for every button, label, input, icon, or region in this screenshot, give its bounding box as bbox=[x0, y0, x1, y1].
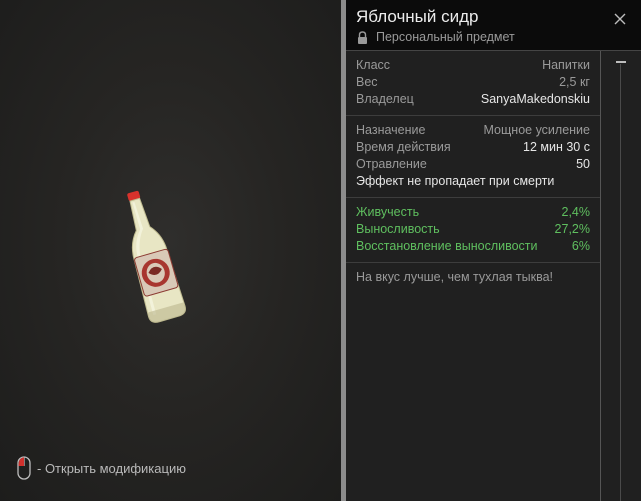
item-description: На вкус лучше, чем тухлая тыква! bbox=[356, 270, 554, 284]
bonus-row: Живучесть 2,4% bbox=[346, 204, 600, 221]
stat-label: Вес bbox=[356, 75, 378, 89]
effect-value: 50 bbox=[576, 157, 590, 171]
item-subtitle: Персональный предмет bbox=[376, 30, 515, 44]
item-details: Класс Напитки Вес 2,5 кг Владелец SanyaM… bbox=[346, 51, 600, 291]
bonus-row: Восстановление выносливости 6% bbox=[346, 238, 600, 255]
effect-row-purpose: Назначение Мощное усиление bbox=[346, 122, 600, 139]
stats-section: Класс Напитки Вес 2,5 кг Владелец SanyaM… bbox=[346, 51, 600, 116]
stat-value: 2,5 кг bbox=[559, 75, 590, 89]
close-icon[interactable] bbox=[612, 11, 628, 27]
effect-note: Эффект не пропадает при смерти bbox=[346, 173, 600, 190]
open-modification-hint: - Открыть модификацию bbox=[17, 456, 186, 480]
item-title: Яблочный сидр bbox=[356, 7, 479, 26]
mouse-icon bbox=[17, 456, 31, 480]
effect-label: Отравление bbox=[356, 157, 427, 171]
panel-header: Яблочный сидр Персональный предмет bbox=[346, 0, 641, 51]
scrollbar-thumb[interactable] bbox=[616, 61, 626, 63]
stat-label: Класс bbox=[356, 58, 391, 72]
cider-bottle-image bbox=[120, 170, 220, 330]
item-preview-viewport[interactable]: - Открыть модификацию bbox=[0, 0, 341, 501]
bonus-label: Живучесть bbox=[356, 205, 420, 219]
item-info-panel: Яблочный сидр Персональный предмет Класс… bbox=[346, 0, 641, 501]
stat-row-class: Класс Напитки bbox=[346, 57, 600, 74]
scrollbar-track[interactable] bbox=[620, 64, 621, 501]
bonus-label: Выносливость bbox=[356, 222, 440, 236]
bonuses-section: Живучесть 2,4% Выносливость 27,2% Восста… bbox=[346, 198, 600, 263]
effects-section: Назначение Мощное усиление Время действи… bbox=[346, 116, 600, 198]
effect-row-duration: Время действия 12 мин 30 с bbox=[346, 139, 600, 156]
effect-row-poison: Отравление 50 bbox=[346, 156, 600, 173]
effect-note-text: Эффект не пропадает при смерти bbox=[356, 174, 555, 188]
effect-label: Время действия bbox=[356, 140, 451, 154]
hint-text: - Открыть модификацию bbox=[37, 460, 186, 476]
stat-row-weight: Вес 2,5 кг bbox=[346, 74, 600, 91]
effect-label: Назначение bbox=[356, 123, 426, 137]
bonus-label: Восстановление выносливости bbox=[356, 239, 538, 253]
bonus-row: Выносливость 27,2% bbox=[346, 221, 600, 238]
stat-value: SanyaMakedonskiu bbox=[480, 92, 590, 106]
stat-value: Напитки bbox=[542, 58, 590, 72]
effect-value: Мощное усиление bbox=[483, 123, 591, 137]
stat-label: Владелец bbox=[356, 92, 414, 106]
bonus-value: 2,4% bbox=[561, 205, 591, 219]
lock-icon bbox=[358, 31, 367, 44]
bonus-value: 27,2% bbox=[554, 222, 590, 236]
bonus-value: 6% bbox=[571, 239, 590, 253]
stat-row-owner: Владелец SanyaMakedonskiu bbox=[346, 91, 600, 108]
effect-value: 12 мин 30 с bbox=[523, 140, 590, 154]
content-separator bbox=[600, 51, 601, 501]
